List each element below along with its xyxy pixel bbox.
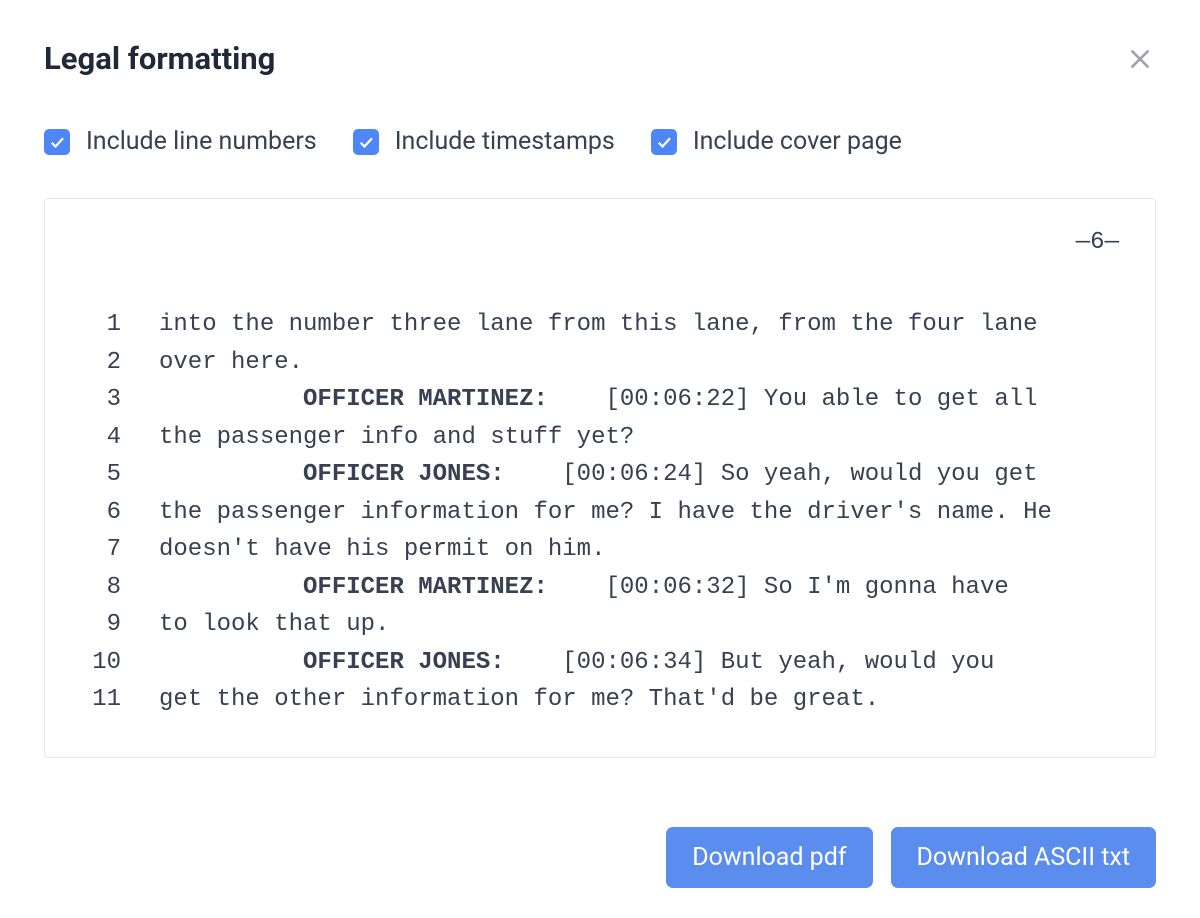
modal-title: Legal formatting [44, 40, 275, 77]
line-content: get the other information for me? That'd… [129, 681, 1127, 719]
transcript-line: 8 OFFICER MARTINEZ: [00:06:32] So I'm go… [73, 569, 1127, 607]
options-row: Include line numbers Include timestamps … [44, 127, 1156, 156]
checkbox-timestamps[interactable]: Include timestamps [353, 127, 615, 156]
line-number: 4 [73, 419, 129, 457]
download-txt-button[interactable]: Download ASCII txt [891, 827, 1156, 888]
timestamp: [00:06:24] [505, 461, 721, 488]
line-content: to look that up. [129, 606, 1127, 644]
footer-buttons: Download pdf Download ASCII txt [666, 827, 1156, 888]
checkbox-input[interactable] [44, 129, 70, 155]
close-button[interactable] [1124, 43, 1156, 75]
transcript-preview: —6— 1into the number three lane from thi… [44, 198, 1156, 758]
timestamp: [00:06:32] [548, 574, 764, 601]
download-pdf-button[interactable]: Download pdf [666, 827, 872, 888]
line-content: into the number three lane from this lan… [129, 306, 1127, 344]
line-content: doesn't have his permit on him. [129, 531, 1127, 569]
line-content: the passenger info and stuff yet? [129, 419, 1127, 457]
line-content: OFFICER MARTINEZ: [00:06:32] So I'm gonn… [129, 569, 1127, 607]
transcript-line: 4the passenger info and stuff yet? [73, 419, 1127, 457]
transcript-line: 3 OFFICER MARTINEZ: [00:06:22] You able … [73, 381, 1127, 419]
transcript-line: 10 OFFICER JONES: [00:06:34] But yeah, w… [73, 644, 1127, 682]
line-content: OFFICER JONES: [00:06:24] So yeah, would… [129, 456, 1127, 494]
speaker-label: OFFICER MARTINEZ: [303, 386, 548, 413]
speaker-label: OFFICER JONES: [303, 649, 505, 676]
speaker-label: OFFICER MARTINEZ: [303, 574, 548, 601]
close-icon [1127, 46, 1153, 72]
line-number: 7 [73, 531, 129, 569]
transcript-line: 1into the number three lane from this la… [73, 306, 1127, 344]
checkbox-line-numbers[interactable]: Include line numbers [44, 127, 317, 156]
transcript-line: 6the passenger information for me? I hav… [73, 494, 1127, 532]
checkbox-input[interactable] [353, 129, 379, 155]
line-number: 11 [73, 681, 129, 719]
checkbox-label: Include cover page [693, 127, 902, 156]
checkmark-icon [48, 133, 66, 151]
checkmark-icon [357, 133, 375, 151]
line-content: OFFICER MARTINEZ: [00:06:22] You able to… [129, 381, 1127, 419]
transcript-body: 1into the number three lane from this la… [73, 306, 1127, 719]
line-number: 10 [73, 644, 129, 682]
checkbox-cover-page[interactable]: Include cover page [651, 127, 902, 156]
page-number: —6— [73, 229, 1127, 256]
line-number: 8 [73, 569, 129, 607]
transcript-line: 2over here. [73, 344, 1127, 382]
line-content: OFFICER JONES: [00:06:34] But yeah, woul… [129, 644, 1127, 682]
line-number: 1 [73, 306, 129, 344]
line-content: over here. [129, 344, 1127, 382]
line-number: 6 [73, 494, 129, 532]
checkmark-icon [655, 133, 673, 151]
line-number: 2 [73, 344, 129, 382]
transcript-line: 5 OFFICER JONES: [00:06:24] So yeah, wou… [73, 456, 1127, 494]
line-number: 5 [73, 456, 129, 494]
transcript-line: 9to look that up. [73, 606, 1127, 644]
transcript-line: 7doesn't have his permit on him. [73, 531, 1127, 569]
checkbox-label: Include timestamps [395, 127, 615, 156]
timestamp: [00:06:34] [505, 649, 721, 676]
checkbox-label: Include line numbers [86, 127, 317, 156]
line-number: 9 [73, 606, 129, 644]
line-content: the passenger information for me? I have… [129, 494, 1127, 532]
transcript-line: 11get the other information for me? That… [73, 681, 1127, 719]
speaker-label: OFFICER JONES: [303, 461, 505, 488]
line-number: 3 [73, 381, 129, 419]
timestamp: [00:06:22] [548, 386, 764, 413]
checkbox-input[interactable] [651, 129, 677, 155]
